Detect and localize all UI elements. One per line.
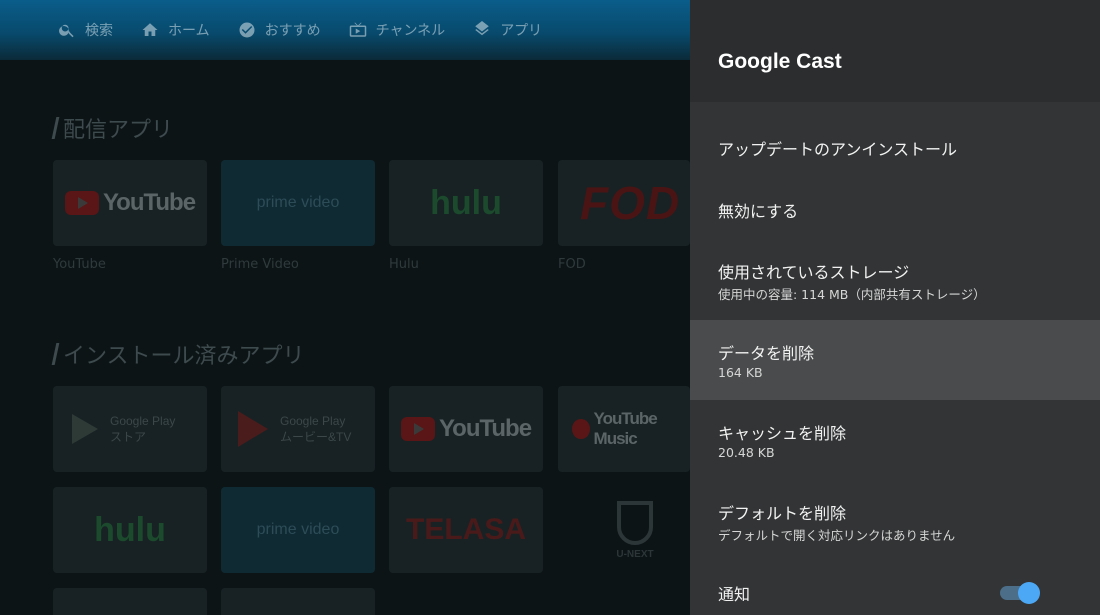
prime-logo-text: prime video xyxy=(256,521,340,538)
app-tile-hulu-installed[interactable]: hulu xyxy=(53,487,207,573)
menu-disable[interactable]: 無効にする xyxy=(690,180,1100,238)
nav-apps-label: アプリ xyxy=(500,23,543,39)
youtube-play-icon xyxy=(400,417,435,441)
play-store-label: Google Play ストア xyxy=(110,413,176,444)
app-tile-prime-video[interactable]: prime video xyxy=(221,160,375,246)
app-info-panel: Google Cast アップデートのアンインストール 無効にする 使用されてい… xyxy=(690,0,1100,615)
toggle-thumb xyxy=(1018,582,1040,604)
section-installed-title: インストール済みアプリ xyxy=(51,338,305,370)
nav-recommended-label: おすすめ xyxy=(264,23,321,39)
app-tile-google-play-movies[interactable]: Google Play ムービー&TV xyxy=(221,386,375,472)
app-tile-prime-video-installed[interactable]: prime video xyxy=(221,487,375,573)
app-tile-youtube-music[interactable]: YouTube Music xyxy=(558,386,690,472)
menu-item-subtitle: 使用中の容量: 114 MB（内部共有ストレージ） xyxy=(718,287,986,302)
youtube-music-logo: YouTube Music xyxy=(572,409,690,449)
section-accent xyxy=(51,117,60,139)
check-circle-icon xyxy=(239,22,255,38)
telasa-logo-text: TELASA xyxy=(406,513,526,546)
youtube-logo-text: YouTube xyxy=(102,189,196,216)
menu-clear-cache[interactable]: キャッシュを削除 20.48 KB xyxy=(690,400,1100,480)
nav-apps[interactable]: アプリ xyxy=(473,20,542,40)
tv-icon xyxy=(349,22,366,37)
menu-item-title: 使用されているストレージ xyxy=(718,263,910,282)
play-store-icon xyxy=(72,414,98,444)
menu-item-subtitle: 164 KB xyxy=(718,365,763,380)
nav-home[interactable]: ホーム xyxy=(141,20,210,40)
nav-recommended[interactable]: おすすめ xyxy=(238,20,321,40)
youtube-music-logo-text: YouTube Music xyxy=(593,409,658,448)
app-tile-hulu[interactable]: hulu xyxy=(389,160,543,246)
menu-item-title: 通知 xyxy=(718,585,751,604)
app-tile-telasa[interactable]: TELASA xyxy=(389,487,543,573)
panel-title: Google Cast xyxy=(718,50,842,73)
menu-clear-data[interactable]: データを削除 164 KB xyxy=(690,320,1100,400)
app-tile-google-play-store[interactable]: Google Play ストア xyxy=(53,386,207,472)
menu-item-subtitle: デフォルトで開く対応リンクはありません xyxy=(718,528,956,543)
unext-logo-icon xyxy=(617,500,653,545)
menu-clear-defaults[interactable]: デフォルトを削除 デフォルトで開く対応リンクはありません xyxy=(690,480,1100,560)
section-streaming-title: 配信アプリ xyxy=(51,112,174,144)
search-icon xyxy=(59,24,74,38)
section-installed-label: インストール済みアプリ xyxy=(63,344,305,369)
hulu-logo-text: hulu xyxy=(94,510,166,549)
nav-channels[interactable]: チャンネル xyxy=(349,20,446,40)
unext-logo-text: U-NEXT xyxy=(616,548,654,560)
play-movies-label: Google Play ムービー&TV xyxy=(280,413,352,444)
app-caption: FOD xyxy=(558,257,586,272)
menu-storage-used[interactable]: 使用されているストレージ 使用中の容量: 114 MB（内部共有ストレージ） xyxy=(690,240,1100,318)
prime-logo-text: prime video xyxy=(256,194,340,211)
app-tile-unext[interactable]: U-NEXT xyxy=(558,487,690,573)
nav-channels-label: チャンネル xyxy=(375,23,446,39)
home-icon xyxy=(142,23,158,36)
youtube-logo: YouTube xyxy=(64,189,196,217)
section-streaming-label: 配信アプリ xyxy=(63,118,174,143)
menu-item-title: デフォルトを削除 xyxy=(718,504,847,523)
fod-logo-text: FOD xyxy=(580,177,681,229)
app-tile-fod[interactable]: FOD xyxy=(558,160,690,246)
youtube-music-icon xyxy=(572,419,590,439)
youtube-logo-text: YouTube xyxy=(438,415,532,442)
menu-item-title: データを削除 xyxy=(718,344,815,363)
app-tile-youtube-installed[interactable]: YouTube xyxy=(389,386,543,472)
nav-search-label: 検索 xyxy=(85,23,113,39)
play-movies-icon xyxy=(238,411,268,447)
youtube-logo: YouTube xyxy=(400,415,532,443)
nav-home-label: ホーム xyxy=(168,23,210,39)
nav-search[interactable]: 検索 xyxy=(58,20,113,40)
panel-header: Google Cast xyxy=(690,0,1100,102)
top-nav: 検索 ホーム おすすめ チャンネル アプリ xyxy=(58,0,542,60)
notifications-toggle[interactable] xyxy=(998,582,1040,604)
menu-item-title: キャッシュを削除 xyxy=(718,424,847,443)
app-tile-youtube[interactable]: YouTube xyxy=(53,160,207,246)
top-nav-bar: 検索 ホーム おすすめ チャンネル アプリ xyxy=(0,0,690,60)
menu-item-title: アップデートのアンインストール xyxy=(718,140,958,159)
launcher-background: 検索 ホーム おすすめ チャンネル アプリ 配信アプリ YouTube YouT… xyxy=(0,0,690,615)
app-tile-partial[interactable] xyxy=(53,588,207,615)
app-tile-partial[interactable] xyxy=(221,588,375,615)
app-caption: YouTube xyxy=(53,257,106,272)
app-caption: Hulu xyxy=(389,257,419,272)
menu-item-subtitle: 20.48 KB xyxy=(718,445,775,460)
hulu-logo-text: hulu xyxy=(430,183,502,222)
menu-uninstall-updates[interactable]: アップデートのアンインストール xyxy=(690,118,1100,176)
layers-icon xyxy=(475,21,489,36)
section-accent xyxy=(51,343,60,365)
app-caption: Prime Video xyxy=(221,257,299,272)
youtube-play-icon xyxy=(64,191,99,215)
menu-item-title: 無効にする xyxy=(718,202,799,221)
